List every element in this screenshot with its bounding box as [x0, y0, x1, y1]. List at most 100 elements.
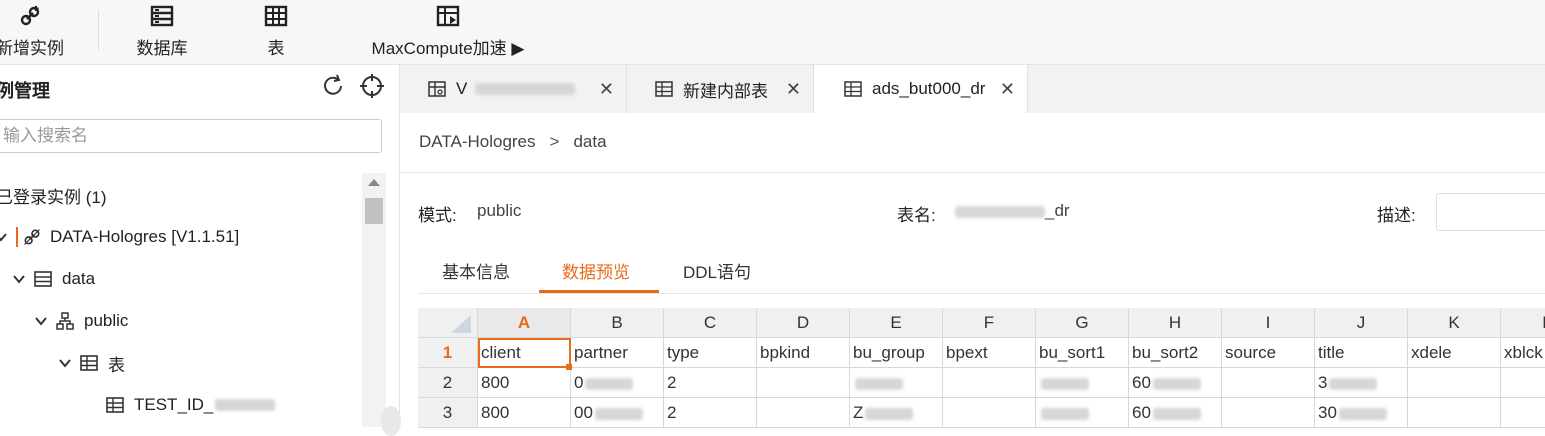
tab-data-preview[interactable]: 数据预览 — [562, 258, 630, 283]
schema-label: 模式: — [418, 206, 457, 225]
table-cell[interactable]: 0 — [571, 368, 664, 398]
tab-ads-but000-dr[interactable]: ads_but000_dr ✕ — [814, 65, 1028, 113]
tree-item-database[interactable]: data — [12, 264, 95, 294]
column-header[interactable]: E — [850, 308, 943, 338]
scroll-thumb[interactable] — [365, 198, 383, 224]
table-cell[interactable] — [1222, 368, 1315, 398]
row-header[interactable]: 2 — [418, 368, 478, 398]
table-cell[interactable]: 60 — [1129, 398, 1222, 428]
divider — [400, 172, 1545, 173]
table-cell[interactable] — [1036, 368, 1129, 398]
select-all-corner[interactable] — [418, 308, 478, 338]
tree-item-table-test-id[interactable]: TEST_ID_ — [106, 390, 276, 420]
table-cell[interactable]: bu_sort2 — [1129, 338, 1222, 368]
column-header[interactable]: I — [1222, 308, 1315, 338]
table-cell[interactable]: source — [1222, 338, 1315, 368]
column-header[interactable]: K — [1408, 308, 1501, 338]
column-header[interactable]: G — [1036, 308, 1129, 338]
table-cell[interactable]: 800 — [478, 368, 571, 398]
column-header[interactable]: A — [478, 308, 571, 338]
table-cell[interactable] — [757, 398, 850, 428]
row-header[interactable]: 1 — [418, 338, 478, 368]
scroll-up-arrow-icon[interactable] — [368, 179, 380, 186]
table-cell[interactable]: 800 — [478, 398, 571, 428]
table-cell[interactable]: 3 — [1315, 368, 1408, 398]
breadcrumb-child[interactable]: data — [573, 132, 606, 152]
locate-icon[interactable] — [359, 73, 385, 99]
column-header[interactable]: L — [1501, 308, 1545, 338]
table-cell[interactable] — [757, 368, 850, 398]
table-cell[interactable]: 00 — [571, 398, 664, 428]
table-cell[interactable]: bpext — [943, 338, 1036, 368]
table-cell[interactable]: Z — [850, 398, 943, 428]
table-cell[interactable]: bpkind — [757, 338, 850, 368]
table-cell[interactable] — [1222, 398, 1315, 428]
link-plus-icon — [0, 4, 70, 28]
panel-resize-handle[interactable] — [381, 406, 401, 436]
close-icon[interactable]: ✕ — [599, 79, 614, 100]
table-label: 表 — [267, 39, 285, 58]
table-icon — [844, 81, 862, 97]
database-label: 数据库 — [136, 39, 188, 58]
close-icon[interactable]: ✕ — [1000, 79, 1015, 100]
redacted-text — [1041, 377, 1089, 390]
schema-value: public — [477, 201, 522, 220]
tree-item-schema[interactable]: public — [34, 306, 128, 336]
table-cell[interactable] — [1408, 398, 1501, 428]
table-cell[interactable]: 2 — [664, 368, 757, 398]
column-header[interactable]: B — [571, 308, 664, 338]
table-cell[interactable]: client — [478, 338, 571, 368]
divider — [418, 293, 1545, 294]
table-cell[interactable]: 2 — [664, 398, 757, 428]
top-toolbar: 新增实例 数据库 表 MaxCompute加速 ▶ — [0, 0, 1545, 65]
table-cell[interactable] — [1501, 398, 1545, 428]
table-cell[interactable] — [1408, 368, 1501, 398]
table-icon — [236, 4, 316, 28]
table-cell[interactable]: xblck — [1501, 338, 1545, 368]
table-cell[interactable]: partner — [571, 338, 664, 368]
tab-ddl[interactable]: DDL语句 — [683, 258, 751, 283]
column-header[interactable]: J — [1315, 308, 1408, 338]
table-cell[interactable]: xdele — [1408, 338, 1501, 368]
instance-link-icon — [16, 227, 42, 247]
redacted-text — [1152, 407, 1201, 420]
column-header[interactable]: H — [1129, 308, 1222, 338]
table-cell[interactable] — [943, 368, 1036, 398]
tree-item-logged-instances[interactable]: 已登录实例 (1) — [0, 180, 107, 210]
table-cell[interactable]: bu_sort1 — [1036, 338, 1129, 368]
table-cell[interactable]: type — [664, 338, 757, 368]
tab-view[interactable]: V ✕ — [400, 65, 627, 113]
column-header[interactable]: F — [943, 308, 1036, 338]
table-cell[interactable] — [1501, 368, 1545, 398]
table-cell[interactable]: title — [1315, 338, 1408, 368]
table-cell[interactable]: 30 — [1315, 398, 1408, 428]
tree-item-tables[interactable]: 表 — [58, 348, 125, 378]
table-cell[interactable]: 60 — [1129, 368, 1222, 398]
tab-basic-info[interactable]: 基本信息 — [442, 258, 510, 283]
select-all-triangle-icon — [451, 315, 471, 333]
row-header[interactable]: 3 — [418, 398, 478, 428]
tab-new-internal-table[interactable]: 新建内部表 ✕ — [627, 65, 814, 113]
breadcrumb-root[interactable]: DATA-Hologres — [419, 132, 536, 152]
column-header[interactable]: D — [757, 308, 850, 338]
description-field[interactable] — [1436, 193, 1545, 231]
database-button[interactable]: 数据库 — [122, 0, 202, 64]
maxcompute-accelerate-button[interactable]: MaxCompute加速 ▶ — [362, 0, 534, 64]
fill-handle[interactable] — [566, 364, 572, 370]
column-header[interactable]: C — [664, 308, 757, 338]
schema-icon — [56, 312, 74, 330]
table-cell[interactable] — [943, 398, 1036, 428]
table-cell[interactable]: bu_group — [850, 338, 943, 368]
tree-item-instance[interactable]: DATA-Hologres [V1.1.51] — [0, 222, 239, 252]
new-instance-button[interactable]: 新增实例 — [0, 0, 70, 64]
search-input[interactable] — [0, 119, 382, 153]
new-instance-label: 新增实例 — [0, 39, 64, 58]
sidebar-scrollbar[interactable] — [362, 173, 386, 427]
table-cell[interactable] — [1036, 398, 1129, 428]
sidebar-title: 例管理 — [0, 81, 50, 101]
table-cell[interactable] — [850, 368, 943, 398]
table-button[interactable]: 表 — [236, 0, 316, 64]
close-icon[interactable]: ✕ — [786, 79, 801, 100]
refresh-icon[interactable] — [320, 73, 346, 99]
accelerate-table-icon — [362, 4, 534, 28]
